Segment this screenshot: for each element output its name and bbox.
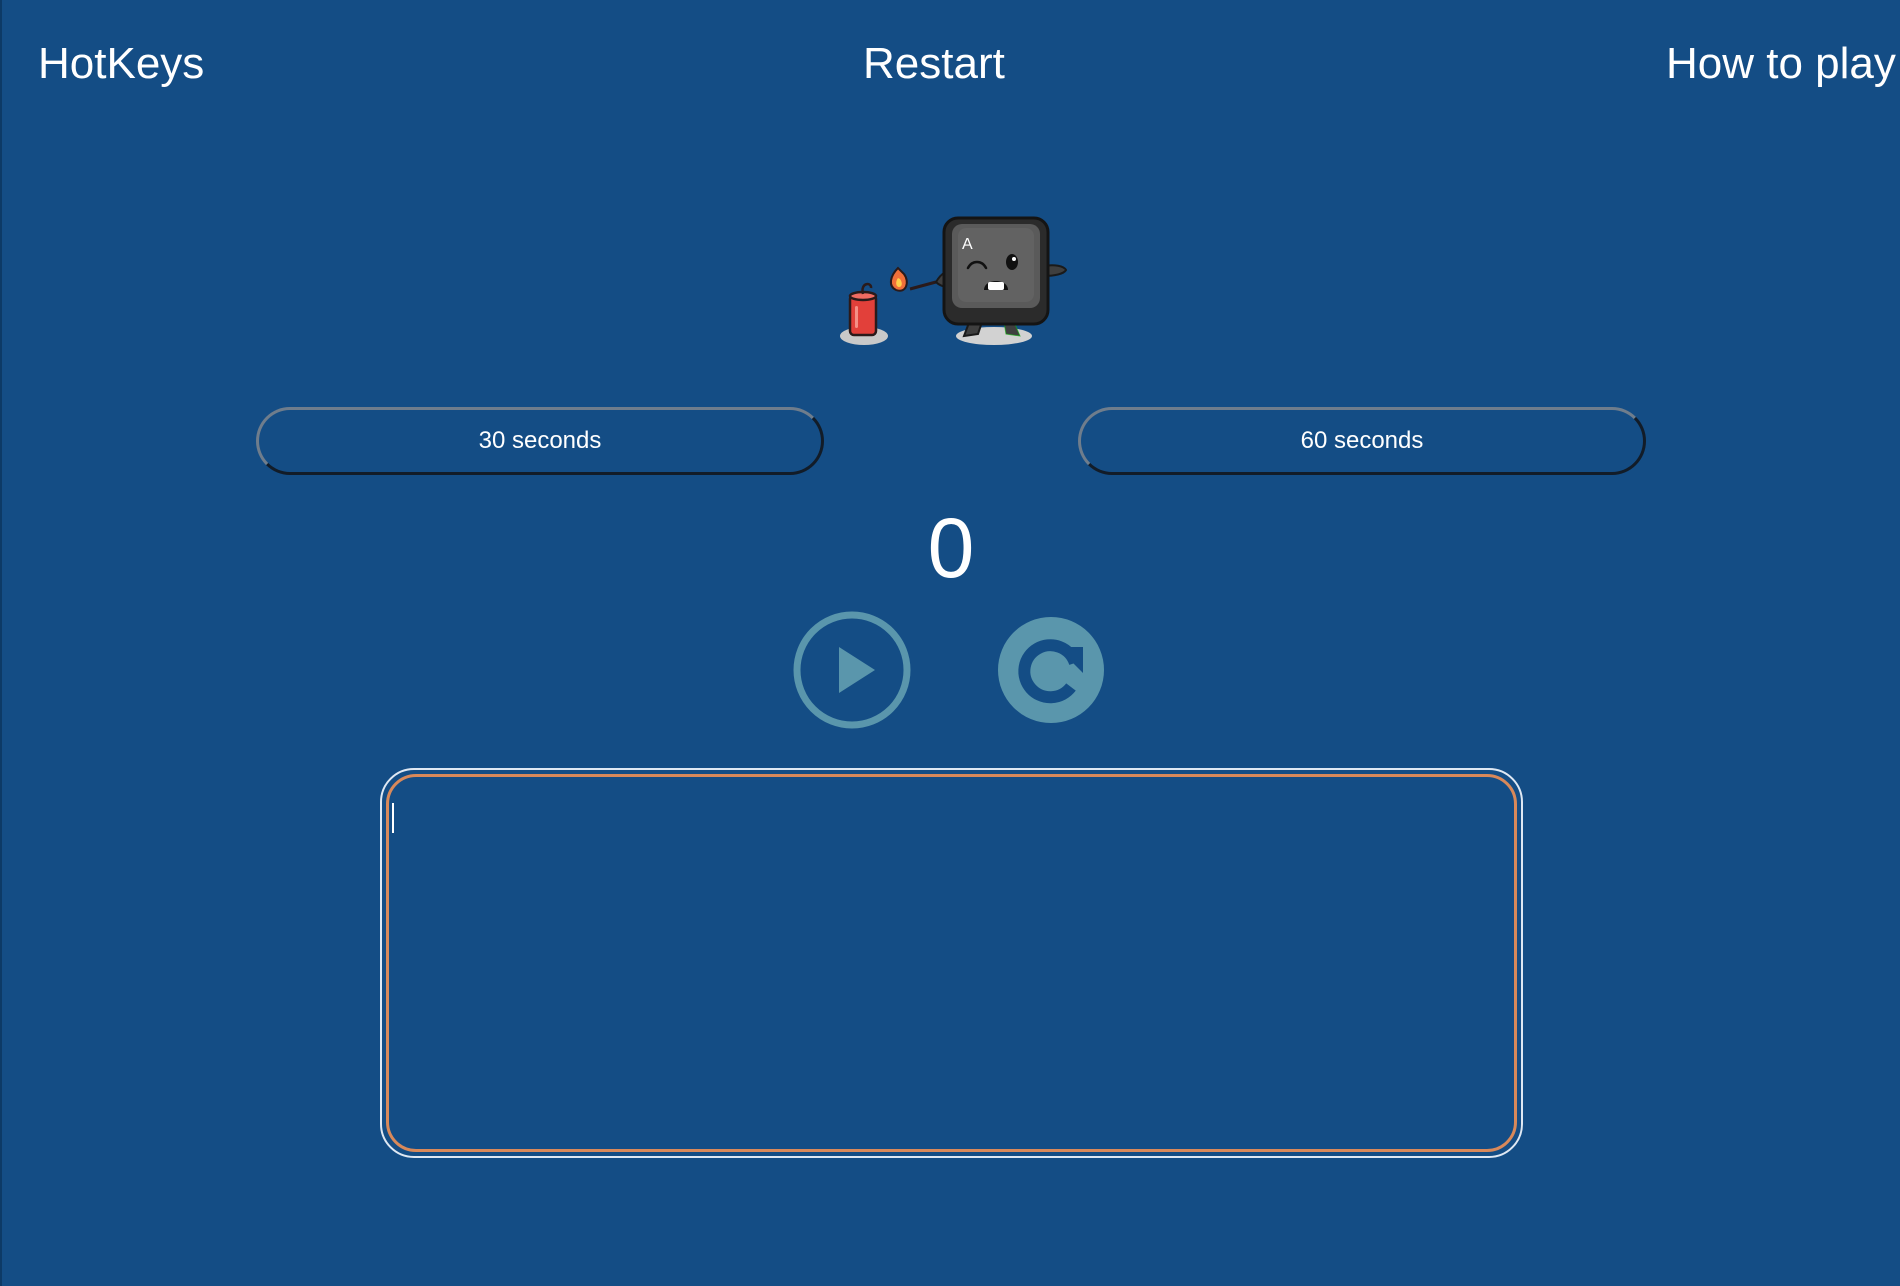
typing-input[interactable] [389, 777, 1514, 1149]
brand-link[interactable]: HotKeys [38, 36, 204, 92]
restart-link[interactable]: Restart [863, 36, 1005, 92]
how-to-play-link[interactable]: How to play [1666, 36, 1896, 92]
keycap-mascot-illustration: A [840, 216, 1068, 345]
dynamite-icon [848, 282, 878, 337]
duration-60-button[interactable]: 60 seconds [1078, 407, 1646, 475]
key-letter: A [962, 236, 973, 253]
score-display: 0 [927, 501, 975, 595]
typing-area-frame [380, 768, 1523, 1158]
window-left-edge [0, 0, 2, 1286]
reset-icon[interactable] [993, 611, 1111, 729]
text-caret [392, 803, 394, 833]
play-icon[interactable] [793, 611, 911, 729]
fuse-flame-icon [890, 266, 908, 292]
typing-area-border [386, 774, 1517, 1152]
duration-30-button[interactable]: 30 seconds [256, 407, 824, 475]
